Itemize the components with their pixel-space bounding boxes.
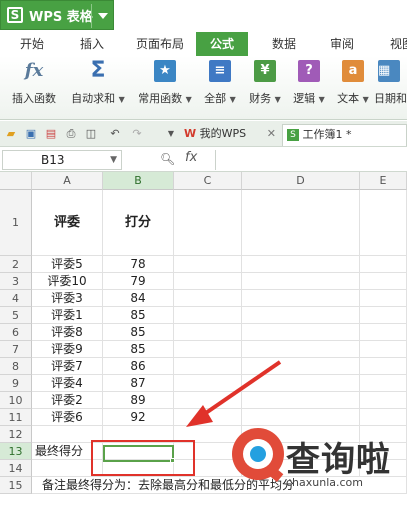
chevron-down-icon[interactable]: ▼ [230, 95, 236, 104]
watermark-title: 查询啦 [286, 440, 391, 480]
app-menu-divider [91, 4, 92, 28]
tab-start[interactable]: 开始 [6, 32, 58, 56]
tab-review[interactable]: 审阅 [316, 32, 368, 56]
text-icon: a [342, 60, 364, 82]
watermark: 查询啦 chaxunla.com [224, 420, 407, 513]
tab-data[interactable]: 数据 [258, 32, 310, 56]
redo-icon[interactable]: ↷ [130, 127, 144, 141]
finance-functions-button[interactable]: ¥ 财务 ▼ [244, 60, 286, 106]
chevron-down-icon[interactable]: ▼ [319, 95, 325, 104]
chevron-down-icon[interactable]: ▼ [119, 95, 125, 104]
all-functions-label: 全部 [204, 92, 227, 105]
name-box[interactable]: B13 ▼ [2, 150, 122, 170]
tab-view[interactable]: 视图 [376, 32, 407, 56]
wps-logo-icon: S [7, 7, 23, 23]
insert-function-label: 插入函数 [12, 92, 56, 105]
common-functions-button[interactable]: ★ 常用函数 ▼ [134, 60, 196, 106]
fx-icon[interactable]: fx [185, 150, 197, 165]
open-folder-icon[interactable]: ▰ [4, 127, 18, 141]
ribbon-tabs: 开始 插入 页面布局 公式 数据 审阅 视图 [0, 32, 407, 56]
formula-bar: B13 ▼ 🔍︎ fx [0, 148, 407, 172]
finance-label: 财务 [249, 92, 272, 105]
chevron-down-icon[interactable]: ▼ [186, 95, 192, 104]
watermark-url: chaxunla.com [286, 476, 363, 489]
tab-my-wps-label: 我的WPS [199, 127, 247, 140]
autosum-button[interactable]: Σ 自动求和 ▼ [66, 60, 130, 106]
text-label: 文本 [337, 92, 360, 105]
autosum-label: 自动求和 [71, 92, 116, 105]
chevron-down-icon[interactable]: ▼ [164, 127, 178, 141]
finance-icon: ¥ [254, 60, 276, 82]
zoom-search-icon[interactable]: 🔍︎ [160, 152, 175, 166]
logic-functions-button[interactable]: ? 逻辑 ▼ [288, 60, 330, 106]
undo-icon[interactable]: ↶ [108, 127, 122, 141]
chevron-down-icon[interactable]: ▼ [363, 95, 369, 104]
sigma-icon: Σ [90, 58, 106, 83]
tab-page-layout[interactable]: 页面布局 [126, 32, 194, 56]
print-preview-icon[interactable]: ◫ [84, 127, 98, 141]
text-functions-button[interactable]: a 文本 ▼ [332, 60, 374, 106]
spreadsheet-logo-icon: S [287, 129, 299, 141]
app-menu-button[interactable]: S WPS 表格 [0, 0, 114, 30]
date-label: 日期和 [374, 92, 407, 105]
export-pdf-icon[interactable]: ▤ [44, 127, 58, 141]
chevron-down-icon[interactable]: ▼ [110, 151, 117, 169]
ribbon-toolbar: fx 插入函数 Σ 自动求和 ▼ ★ 常用函数 ▼ ≡ 全部 ▼ ¥ 财务 ▼ … [0, 56, 407, 120]
print-icon[interactable]: ⎙ [64, 127, 78, 141]
app-name: WPS 表格 [29, 9, 93, 25]
chaxunla-logo-icon [232, 428, 284, 482]
logic-label: 逻辑 [293, 92, 316, 105]
quick-access-toolbar: ▰ ▣ ▤ ⎙ ◫ ↶ ↷ ▼ W 我的WPS ✕ S 工作簿1 * [0, 121, 407, 147]
name-box-value: B13 [41, 153, 65, 167]
tab-workbook1[interactable]: S 工作簿1 * [282, 124, 407, 146]
save-icon[interactable]: ▣ [24, 127, 38, 141]
tab-workbook1-label: 工作簿1 * [302, 128, 352, 141]
title-bar: S WPS 表格 [0, 0, 407, 32]
close-icon[interactable]: ✕ [267, 124, 276, 144]
all-functions-button[interactable]: ≡ 全部 ▼ [200, 60, 240, 106]
star-icon: ★ [154, 60, 176, 82]
formula-input[interactable] [215, 150, 405, 170]
list-icon: ≡ [209, 60, 231, 82]
chevron-down-icon[interactable]: ▼ [275, 95, 281, 104]
chevron-down-icon[interactable] [98, 13, 108, 19]
tab-formulas[interactable]: 公式 [196, 32, 248, 56]
tab-my-wps[interactable]: W 我的WPS ✕ [180, 124, 282, 146]
fx-icon: fx [24, 60, 44, 81]
date-functions-button[interactable]: ▦ 日期和 [374, 60, 407, 106]
insert-function-button[interactable]: fx 插入函数 [6, 60, 62, 106]
tab-insert[interactable]: 插入 [66, 32, 118, 56]
logic-icon: ? [298, 60, 320, 82]
common-functions-label: 常用函数 [138, 92, 183, 105]
wps-w-logo-icon: W [184, 127, 197, 140]
date-icon: ▦ [378, 60, 400, 82]
